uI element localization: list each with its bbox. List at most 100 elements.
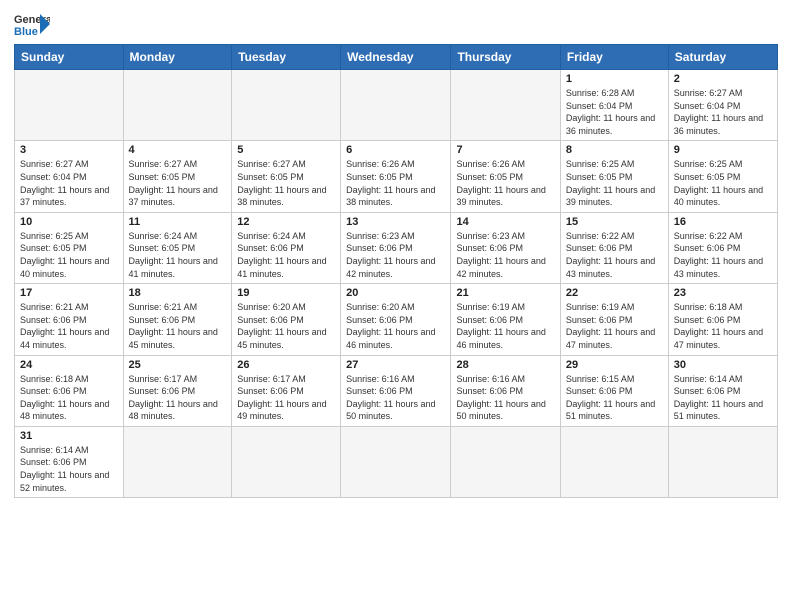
calendar: SundayMondayTuesdayWednesdayThursdayFrid…: [14, 44, 778, 498]
day-info: Sunrise: 6:22 AM Sunset: 6:06 PM Dayligh…: [566, 230, 663, 280]
calendar-cell: [123, 426, 232, 497]
day-info: Sunrise: 6:26 AM Sunset: 6:05 PM Dayligh…: [346, 158, 445, 208]
calendar-cell: 12Sunrise: 6:24 AM Sunset: 6:06 PM Dayli…: [232, 212, 341, 283]
calendar-cell: [232, 70, 341, 141]
day-number: 21: [456, 287, 554, 299]
day-info: Sunrise: 6:19 AM Sunset: 6:06 PM Dayligh…: [566, 301, 663, 351]
day-number: 9: [674, 144, 772, 156]
day-info: Sunrise: 6:16 AM Sunset: 6:06 PM Dayligh…: [346, 373, 445, 423]
day-info: Sunrise: 6:22 AM Sunset: 6:06 PM Dayligh…: [674, 230, 772, 280]
day-info: Sunrise: 6:14 AM Sunset: 6:06 PM Dayligh…: [20, 444, 118, 494]
day-number: 30: [674, 359, 772, 371]
day-number: 29: [566, 359, 663, 371]
day-number: 25: [129, 359, 227, 371]
day-number: 10: [20, 216, 118, 228]
calendar-cell: 26Sunrise: 6:17 AM Sunset: 6:06 PM Dayli…: [232, 355, 341, 426]
day-number: 17: [20, 287, 118, 299]
calendar-cell: [341, 426, 451, 497]
day-number: 19: [237, 287, 335, 299]
day-number: 20: [346, 287, 445, 299]
calendar-cell: 19 Sunrise: 6:20 AM Sunset: 6:06 PM Dayli…: [232, 284, 341, 355]
calendar-cell: 3Sunrise: 6:27 AM Sunset: 6:04 PM Daylig…: [15, 141, 124, 212]
day-number: 18: [129, 287, 227, 299]
calendar-cell: [123, 70, 232, 141]
week-row-1: 3Sunrise: 6:27 AM Sunset: 6:04 PM Daylig…: [15, 141, 778, 212]
day-info: Sunrise: 6:24 AM Sunset: 6:05 PM Dayligh…: [129, 230, 227, 280]
week-row-0: 1 Sunrise: 6:28 AM Sunset: 6:04 PM Daylig…: [15, 70, 778, 141]
day-number: 5: [237, 144, 335, 156]
week-row-4: 24Sunrise: 6:18 AM Sunset: 6:06 PM Dayli…: [15, 355, 778, 426]
day-info: Sunrise: 6:19 AM Sunset: 6:06 PM Dayligh…: [456, 301, 554, 351]
calendar-cell: 23 Sunrise: 6:18 AM Sunset: 6:06 PM Dayli…: [668, 284, 777, 355]
day-info: Sunrise: 6:18 AM Sunset: 6:06 PM Dayligh…: [674, 301, 772, 351]
day-info: Sunrise: 6:15 AM Sunset: 6:06 PM Dayligh…: [566, 373, 663, 423]
calendar-cell: [560, 426, 668, 497]
week-row-3: 17 Sunrise: 6:21 AM Sunset: 6:06 PM Dayli…: [15, 284, 778, 355]
day-number: 4: [129, 144, 227, 156]
calendar-header-row: SundayMondayTuesdayWednesdayThursdayFrid…: [15, 45, 778, 70]
day-info: Sunrise: 6:23 AM Sunset: 6:06 PM Dayligh…: [346, 230, 445, 280]
calendar-cell: 20 Sunrise: 6:20 AM Sunset: 6:06 PM Dayli…: [341, 284, 451, 355]
calendar-cell: 21 Sunrise: 6:19 AM Sunset: 6:06 PM Dayli…: [451, 284, 560, 355]
calendar-cell: 13 Sunrise: 6:23 AM Sunset: 6:06 PM Dayli…: [341, 212, 451, 283]
calendar-cell: 29 Sunrise: 6:15 AM Sunset: 6:06 PM Dayli…: [560, 355, 668, 426]
header: General Blue: [14, 10, 778, 38]
day-number: 27: [346, 359, 445, 371]
day-info: Sunrise: 6:28 AM Sunset: 6:04 PM Dayligh…: [566, 87, 663, 137]
day-info: Sunrise: 6:18 AM Sunset: 6:06 PM Dayligh…: [20, 373, 118, 423]
day-number: 7: [456, 144, 554, 156]
day-number: 8: [566, 144, 663, 156]
day-info: Sunrise: 6:16 AM Sunset: 6:06 PM Dayligh…: [456, 373, 554, 423]
page: General Blue SundayMondayTuesdayWednesda…: [0, 0, 792, 508]
day-number: 26: [237, 359, 335, 371]
calendar-cell: 25 Sunrise: 6:17 AM Sunset: 6:06 PM Dayli…: [123, 355, 232, 426]
calendar-cell: [232, 426, 341, 497]
calendar-cell: 16Sunrise: 6:22 AM Sunset: 6:06 PM Dayli…: [668, 212, 777, 283]
calendar-cell: 7 Sunrise: 6:26 AM Sunset: 6:05 PM Daylig…: [451, 141, 560, 212]
calendar-cell: 8 Sunrise: 6:25 AM Sunset: 6:05 PM Daylig…: [560, 141, 668, 212]
day-number: 23: [674, 287, 772, 299]
calendar-cell: [668, 426, 777, 497]
day-info: Sunrise: 6:25 AM Sunset: 6:05 PM Dayligh…: [566, 158, 663, 208]
day-info: Sunrise: 6:21 AM Sunset: 6:06 PM Dayligh…: [129, 301, 227, 351]
header-tuesday: Tuesday: [232, 45, 341, 70]
day-info: Sunrise: 6:25 AM Sunset: 6:05 PM Dayligh…: [674, 158, 772, 208]
calendar-cell: 22Sunrise: 6:19 AM Sunset: 6:06 PM Dayli…: [560, 284, 668, 355]
day-number: 14: [456, 216, 554, 228]
calendar-cell: 17 Sunrise: 6:21 AM Sunset: 6:06 PM Dayli…: [15, 284, 124, 355]
calendar-cell: 1 Sunrise: 6:28 AM Sunset: 6:04 PM Daylig…: [560, 70, 668, 141]
day-info: Sunrise: 6:27 AM Sunset: 6:04 PM Dayligh…: [20, 158, 118, 208]
calendar-cell: [451, 426, 560, 497]
day-info: Sunrise: 6:27 AM Sunset: 6:05 PM Dayligh…: [237, 158, 335, 208]
logo-icon: General Blue: [14, 10, 50, 38]
calendar-cell: 27 Sunrise: 6:16 AM Sunset: 6:06 PM Dayli…: [341, 355, 451, 426]
calendar-cell: 10 Sunrise: 6:25 AM Sunset: 6:05 PM Dayli…: [15, 212, 124, 283]
calendar-cell: 9 Sunrise: 6:25 AM Sunset: 6:05 PM Daylig…: [668, 141, 777, 212]
calendar-cell: [15, 70, 124, 141]
day-number: 13: [346, 216, 445, 228]
day-info: Sunrise: 6:21 AM Sunset: 6:06 PM Dayligh…: [20, 301, 118, 351]
header-friday: Friday: [560, 45, 668, 70]
day-info: Sunrise: 6:17 AM Sunset: 6:06 PM Dayligh…: [129, 373, 227, 423]
day-info: Sunrise: 6:20 AM Sunset: 6:06 PM Dayligh…: [237, 301, 335, 351]
logo: General Blue: [14, 10, 50, 38]
header-wednesday: Wednesday: [341, 45, 451, 70]
calendar-cell: 30Sunrise: 6:14 AM Sunset: 6:06 PM Dayli…: [668, 355, 777, 426]
week-row-5: 31Sunrise: 6:14 AM Sunset: 6:06 PM Dayli…: [15, 426, 778, 497]
day-info: Sunrise: 6:20 AM Sunset: 6:06 PM Dayligh…: [346, 301, 445, 351]
calendar-cell: 18 Sunrise: 6:21 AM Sunset: 6:06 PM Dayli…: [123, 284, 232, 355]
calendar-cell: 6Sunrise: 6:26 AM Sunset: 6:05 PM Daylig…: [341, 141, 451, 212]
day-number: 1: [566, 73, 663, 85]
calendar-cell: 24Sunrise: 6:18 AM Sunset: 6:06 PM Dayli…: [15, 355, 124, 426]
day-info: Sunrise: 6:27 AM Sunset: 6:05 PM Dayligh…: [129, 158, 227, 208]
day-info: Sunrise: 6:23 AM Sunset: 6:06 PM Dayligh…: [456, 230, 554, 280]
calendar-cell: [341, 70, 451, 141]
calendar-cell: 31Sunrise: 6:14 AM Sunset: 6:06 PM Dayli…: [15, 426, 124, 497]
day-info: Sunrise: 6:26 AM Sunset: 6:05 PM Dayligh…: [456, 158, 554, 208]
calendar-cell: 5 Sunrise: 6:27 AM Sunset: 6:05 PM Daylig…: [232, 141, 341, 212]
calendar-cell: 28Sunrise: 6:16 AM Sunset: 6:06 PM Dayli…: [451, 355, 560, 426]
day-number: 11: [129, 216, 227, 228]
day-info: Sunrise: 6:25 AM Sunset: 6:05 PM Dayligh…: [20, 230, 118, 280]
header-sunday: Sunday: [15, 45, 124, 70]
day-number: 15: [566, 216, 663, 228]
